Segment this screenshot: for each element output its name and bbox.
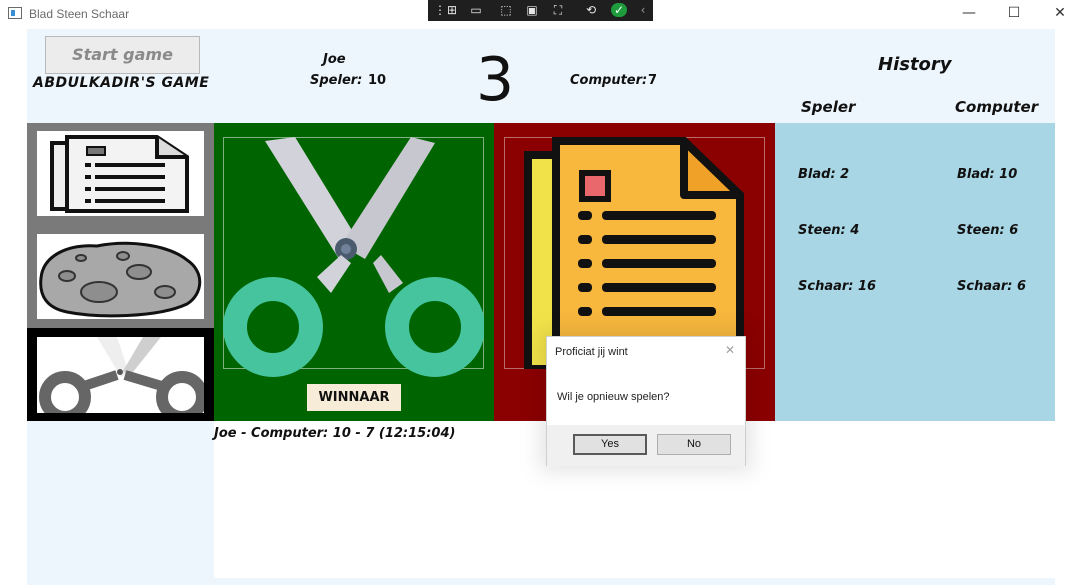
history-computer-steen: Steen: 6 <box>957 223 1019 238</box>
round-number: 3 <box>476 45 515 115</box>
paper-icon <box>50 135 189 213</box>
log-entry: Joe - Computer: 10 - 7 (12:15:04) <box>214 426 456 441</box>
maximize-button[interactable]: ☐ <box>1002 4 1026 22</box>
history-speler-schaar: Schaar: 16 <box>798 279 877 294</box>
start-game-button[interactable]: Start game <box>45 36 200 74</box>
dialog-message: Wil je opnieuw spelen? <box>557 391 670 403</box>
choice-rock[interactable] <box>37 234 204 319</box>
select-element-icon[interactable]: ⬚ <box>498 3 514 17</box>
history-computer-blad: Blad: 10 <box>957 167 1018 182</box>
track-focus-icon[interactable]: ⛶ <box>550 3 566 17</box>
player-score: 10 <box>368 73 387 88</box>
collapse-icon[interactable]: ‹ <box>635 3 651 17</box>
rock-icon <box>39 241 202 318</box>
history-panel: Blad: 2 Steen: 4 Schaar: 16 Blad: 10 Ste… <box>775 123 1055 421</box>
computer-score: 7 <box>648 73 658 88</box>
history-speler-blad: Blad: 2 <box>798 167 850 182</box>
scissors-icon <box>223 137 484 377</box>
app-icon <box>8 7 22 19</box>
dialog-title: Proficiat jij wint <box>555 346 628 358</box>
scissors-icon <box>39 337 208 423</box>
computer-score-label: Computer: <box>570 73 648 88</box>
winner-badge: WINNAAR <box>307 384 401 411</box>
dialog-close-icon[interactable]: ✕ <box>725 343 735 357</box>
window-title: Blad Steen Schaar <box>29 7 130 21</box>
message-dialog: Proficiat jij wint ✕ Wil je opnieuw spel… <box>546 336 746 466</box>
history-column-computer: Computer <box>955 98 1039 116</box>
minimize-button[interactable]: — <box>957 4 981 22</box>
history-column-speler: Speler <box>801 98 856 116</box>
check-icon[interactable]: ✓ <box>611 3 627 17</box>
choice-paper[interactable] <box>37 131 204 216</box>
hot-reload-icon[interactable]: ⟲ <box>583 3 599 17</box>
no-button[interactable]: No <box>657 434 731 455</box>
player-name: Joe <box>323 52 346 67</box>
history-speler-steen: Steen: 4 <box>798 223 860 238</box>
live-tree-icon[interactable]: ⊞ <box>444 3 460 17</box>
game-title: ABDULKADIR'S GAME <box>33 75 210 91</box>
record-icon[interactable]: ▭ <box>468 3 484 17</box>
history-title: History <box>878 54 952 75</box>
close-button[interactable]: ✕ <box>1048 4 1072 22</box>
display-layout-icon[interactable]: ▣ <box>524 3 540 17</box>
debug-toolbar: ⋮ ⊞ ▭ ⬚ ▣ ⛶ ⟲ ✓ ‹ <box>428 0 653 21</box>
player-score-label: Speler: <box>310 73 363 88</box>
history-computer-schaar: Schaar: 6 <box>957 279 1027 294</box>
yes-button[interactable]: Yes <box>573 434 647 455</box>
choice-scissors[interactable] <box>37 337 208 423</box>
